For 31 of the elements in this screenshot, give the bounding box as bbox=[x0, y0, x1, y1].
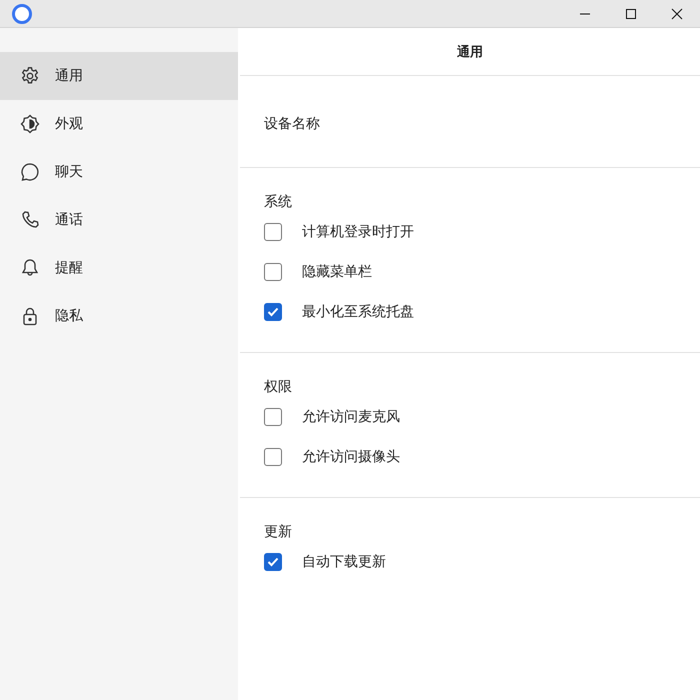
checkbox[interactable] bbox=[264, 408, 282, 426]
option-label: 最小化至系统托盘 bbox=[302, 303, 414, 321]
option-label: 隐藏菜单栏 bbox=[302, 263, 372, 281]
option-label: 计算机登录时打开 bbox=[302, 223, 414, 241]
page-title: 通用 bbox=[457, 44, 483, 60]
checkbox[interactable] bbox=[264, 553, 282, 571]
checkbox[interactable] bbox=[264, 303, 282, 321]
checkbox[interactable] bbox=[264, 223, 282, 241]
option-label: 自动下载更新 bbox=[302, 553, 386, 571]
brightness-icon bbox=[20, 114, 40, 134]
check-icon bbox=[267, 557, 279, 567]
section-title: 更新 bbox=[264, 523, 292, 542]
sidebar-item[interactable]: 聊天 bbox=[0, 148, 238, 196]
option-label: 允许访问麦克风 bbox=[302, 408, 400, 426]
option-label: 允许访问摄像头 bbox=[302, 448, 400, 466]
sidebar-item[interactable]: 通话 bbox=[0, 196, 238, 244]
chat-icon bbox=[20, 162, 40, 182]
sidebar-item[interactable]: 通用 bbox=[0, 52, 238, 100]
section-title: 系统 bbox=[264, 193, 292, 212]
checkbox[interactable] bbox=[264, 263, 282, 281]
checkbox[interactable] bbox=[264, 448, 282, 466]
app-logo-icon bbox=[12, 4, 32, 24]
phone-icon bbox=[20, 210, 40, 230]
settings-icon bbox=[20, 66, 40, 86]
setting-label: 设备名称 bbox=[264, 116, 320, 132]
sidebar-item[interactable]: 外观 bbox=[0, 100, 238, 148]
bell-icon bbox=[20, 258, 40, 278]
check-icon bbox=[267, 307, 279, 317]
sidebar-item[interactable]: 隐私 bbox=[0, 292, 238, 340]
sidebar-item[interactable]: 提醒 bbox=[0, 244, 238, 292]
section-title: 权限 bbox=[264, 378, 292, 397]
